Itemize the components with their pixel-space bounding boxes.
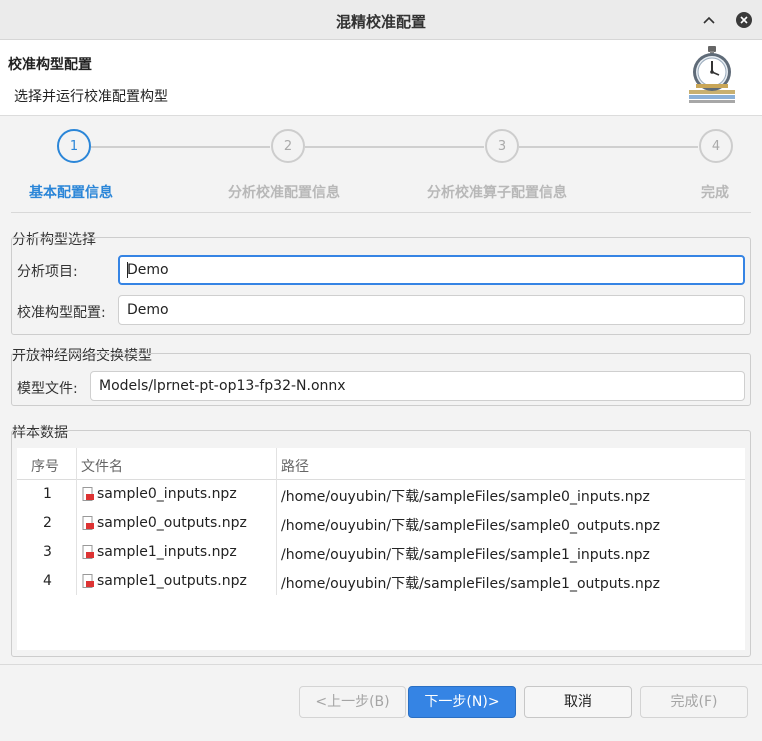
step-1-circle: 1 [57,129,91,163]
row-index: 1 [43,486,52,502]
back-button[interactable]: <上一步(B) [299,686,406,718]
table-row[interactable]: 4 sample1_outputs.npz /home/ouyubin/下载/s… [17,567,745,596]
row-path: /home/ouyubin/下载/sampleFiles/sample0_inp… [281,489,650,505]
row-filename: sample1_inputs.npz [97,544,237,560]
step-2-label: 分析校准配置信息 [228,185,340,201]
step-4-label: 完成 [701,185,729,201]
step-4-circle: 4 [699,129,733,163]
step-connector [305,146,484,148]
wizard-steps: 1 2 3 4 基本配置信息 分析校准配置信息 分析校准算子配置信息 完成 [0,116,762,211]
page-subtitle: 选择并运行校准配置构型 [14,89,168,105]
row-filename: sample0_outputs.npz [97,515,247,531]
step-3-circle: 3 [485,129,519,163]
column-header-index[interactable]: 序号 [31,456,59,476]
model-file-label: 模型文件: [17,381,78,397]
project-value: Demo [127,262,169,278]
chevron-up-icon [703,16,715,24]
file-icon [82,516,94,530]
column-header-path[interactable]: 路径 [281,456,309,476]
config-input[interactable]: Demo [118,295,745,325]
stopwatch-icon [689,46,735,103]
page-title: 校准构型配置 [8,57,92,73]
file-icon [82,545,94,559]
window-title: 混精校准配置 [335,13,426,31]
footer-divider [0,664,762,665]
table-row[interactable]: 2 sample0_outputs.npz /home/ouyubin/下载/s… [17,509,745,538]
row-path: /home/ouyubin/下载/sampleFiles/sample1_inp… [281,547,650,563]
step-1-label: 基本配置信息 [29,185,113,201]
row-path: /home/ouyubin/下载/sampleFiles/sample1_out… [281,576,660,592]
config-label: 校准构型配置: [17,305,106,321]
row-path: /home/ouyubin/下载/sampleFiles/sample0_out… [281,518,660,534]
step-3-label: 分析校准算子配置信息 [427,185,567,201]
row-index: 4 [43,573,52,589]
step-connector [91,146,270,148]
row-index: 2 [43,515,52,531]
step-connector [519,146,698,148]
window-titlebar: 混精校准配置 [0,0,762,40]
file-icon [82,487,94,501]
table-row[interactable]: 1 sample0_inputs.npz /home/ouyubin/下载/sa… [17,480,745,509]
wizard-content: 1 2 3 4 基本配置信息 分析校准配置信息 分析校准算子配置信息 完成 分析… [0,116,762,741]
column-header-filename[interactable]: 文件名 [81,456,123,476]
file-icon [82,574,94,588]
minimize-button[interactable] [699,10,719,30]
cancel-button[interactable]: 取消 [524,686,632,718]
project-label: 分析项目: [17,264,78,280]
finish-button[interactable]: 完成(F) [640,686,748,718]
samples-table[interactable]: 序号 文件名 路径 1 sample0_inputs.npz /home/ouy… [17,448,745,650]
row-filename: sample1_outputs.npz [97,573,247,589]
step-2-circle: 2 [271,129,305,163]
steps-divider [11,212,751,213]
wizard-header: 校准构型配置 选择并运行校准配置构型 [0,40,762,116]
row-index: 3 [43,544,52,560]
table-header: 序号 文件名 路径 [17,448,745,480]
row-filename: sample0_inputs.npz [97,486,237,502]
project-input[interactable]: Demo [118,255,745,285]
model-file-input[interactable]: Models/lprnet-pt-op13-fp32-N.onnx [90,371,745,401]
table-row[interactable]: 3 sample1_inputs.npz /home/ouyubin/下载/sa… [17,538,745,567]
next-button[interactable]: 下一步(N)> [408,686,516,718]
close-button[interactable] [734,10,754,30]
close-icon [736,12,752,28]
